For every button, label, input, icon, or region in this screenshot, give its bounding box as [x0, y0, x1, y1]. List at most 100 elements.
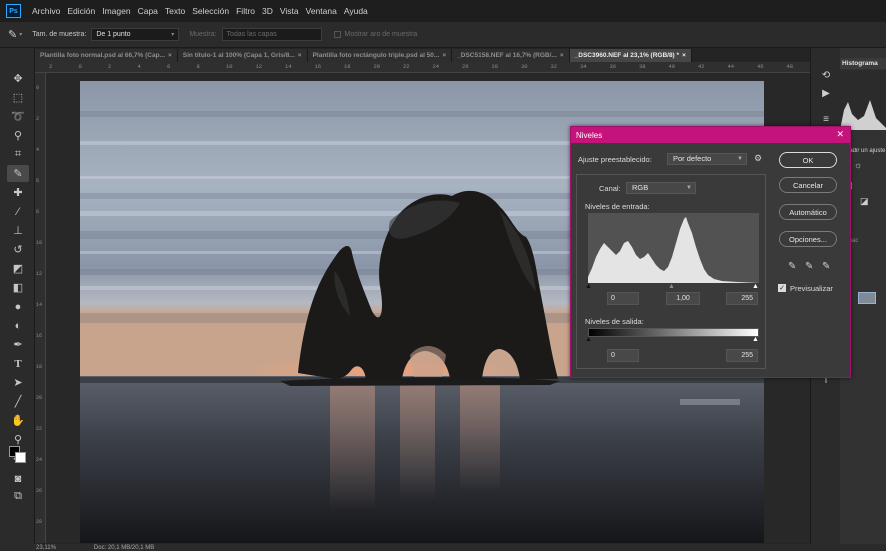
gamma-handle[interactable]: ▲ — [668, 283, 675, 290]
output-black-handle[interactable]: ▲ — [585, 336, 592, 343]
gradient-tool-icon[interactable]: ◧ — [7, 279, 29, 296]
white-eyedropper-icon[interactable]: ✎ — [822, 261, 830, 272]
lasso-tool-icon[interactable]: ➰ — [7, 108, 29, 125]
levels-dialog[interactable]: Niveles ✕ Ajuste preestablecido: Por def… — [570, 126, 851, 378]
ruler-tick-label: 2 — [36, 116, 40, 122]
black-point-handle[interactable]: ▲ — [585, 283, 592, 290]
levels-dialog-titlebar[interactable]: Niveles ✕ — [571, 127, 850, 143]
quick-select-tool-icon[interactable]: ⚲ — [7, 127, 29, 144]
curves-adj-icon[interactable]: ◪ — [860, 196, 869, 207]
tools-panel: ✥ ⬚ ➰ ⚲ ⌗ ✎ ✚ ⁄ ⊥ ↺ ◩ ◧ ● ◐ ✒ T ➤ ╱ ✋ ⚲ … — [0, 48, 35, 544]
ok-button[interactable]: OK — [779, 152, 837, 168]
eraser-tool-icon[interactable]: ◩ — [7, 260, 29, 277]
pen-tool-icon[interactable]: ✒ — [7, 336, 29, 353]
crop-tool-icon[interactable]: ⌗ — [7, 146, 29, 163]
hand-tool-icon[interactable]: ✋ — [7, 412, 29, 429]
input-levels-slider[interactable]: ▲ ▲ ▲ — [585, 283, 759, 290]
sample-size-label: Tam. de muestra: — [32, 31, 87, 38]
brush-tool-icon[interactable]: ⁄ — [7, 203, 29, 220]
tab-plantilla-triple[interactable]: Plantilla foto rectángulo triple.psd al … — [307, 49, 453, 62]
eyedropper-tool-icon[interactable]: ✎ — [7, 165, 29, 182]
dodge-tool-icon[interactable]: ◐ — [7, 317, 29, 334]
tab-dsc5158[interactable]: _DSC5158.NEF al 16,7% (RGB/... × — [452, 49, 570, 62]
eyedropper-tool-preset-icon[interactable]: ✎ — [8, 28, 17, 41]
chevron-down-icon[interactable]: ▾ — [19, 31, 22, 38]
sample-select[interactable]: Todas las capas — [221, 28, 322, 41]
output-levels-label: Niveles de salida: — [585, 317, 644, 326]
ruler-tick-label: 38 — [639, 63, 646, 70]
zoom-level[interactable]: 23,11% — [36, 545, 56, 551]
ruler-tick-label: 20 — [373, 63, 381, 70]
show-ring-label: Mostrar aro de muestra — [344, 31, 418, 38]
screen-mode-icon[interactable]: ⧉ — [7, 488, 29, 505]
menu-seleccion[interactable]: Selección — [192, 6, 229, 16]
properties-icon[interactable]: ≡ — [819, 112, 833, 126]
ruler-tick-label: 36 — [609, 63, 617, 70]
output-white-field[interactable]: 255 — [726, 349, 758, 362]
preset-select[interactable]: Por defecto ▼ — [667, 153, 747, 165]
black-eyedropper-icon[interactable]: ✎ — [788, 261, 796, 272]
output-black-field[interactable]: 0 — [607, 349, 639, 362]
path-select-tool-icon[interactable]: ➤ — [7, 374, 29, 391]
vertical-ruler[interactable]: 0 2 4 6 8 10 12 14 16 18 20 22 24 26 28 — [35, 73, 46, 543]
channel-select[interactable]: RGB ▼ — [626, 182, 696, 194]
close-icon[interactable]: × — [682, 52, 686, 59]
close-icon[interactable]: × — [168, 52, 172, 59]
history-icon[interactable]: ⟲ — [819, 68, 833, 82]
levels-histogram[interactable] — [588, 213, 759, 283]
move-tool-icon[interactable]: ✥ — [7, 70, 29, 87]
close-icon[interactable]: × — [560, 52, 564, 59]
auto-button[interactable]: Automático — [779, 204, 837, 220]
menu-ventana[interactable]: Ventana — [306, 6, 337, 16]
menu-texto[interactable]: Texto — [165, 6, 185, 16]
output-levels-slider[interactable]: ▲ ▲ — [585, 336, 759, 343]
play-actions-icon[interactable]: ▶ — [819, 86, 833, 100]
type-tool-icon[interactable]: T — [7, 355, 29, 372]
histogram-tab[interactable]: Histograma — [840, 58, 886, 69]
levels-dialog-title: Niveles — [576, 130, 603, 140]
menu-imagen[interactable]: Imagen — [102, 6, 130, 16]
menu-archivo[interactable]: Archivo — [32, 6, 60, 16]
marquee-tool-icon[interactable]: ⬚ — [7, 89, 29, 106]
input-black-field[interactable]: 0 — [607, 292, 639, 305]
blur-tool-icon[interactable]: ● — [7, 298, 29, 315]
preset-options-gear-icon[interactable]: ⚙ — [754, 153, 762, 164]
gray-eyedropper-icon[interactable]: ✎ — [805, 261, 813, 272]
show-ring-checkbox[interactable] — [333, 31, 341, 38]
ruler-tick-label: 18 — [36, 364, 43, 370]
close-icon[interactable]: ✕ — [836, 129, 844, 140]
cancel-button[interactable]: Cancelar — [779, 177, 837, 193]
input-white-field[interactable]: 255 — [726, 292, 758, 305]
menu-vista[interactable]: Vista — [280, 6, 299, 16]
tab-plantilla-normal[interactable]: Plantilla foto normal.psd al 66,7% (Cap.… — [35, 49, 178, 62]
background-color-swatch[interactable] — [15, 452, 26, 463]
ruler-tick-label: 0 — [36, 85, 40, 91]
ruler-tick-label: 6 — [36, 178, 40, 184]
options-button[interactable]: Opciones... — [779, 231, 837, 247]
close-icon[interactable]: × — [442, 52, 446, 59]
output-white-handle[interactable]: ▲ — [752, 336, 759, 343]
sample-size-select[interactable]: De 1 punto ▾ — [91, 28, 180, 41]
healing-brush-tool-icon[interactable]: ✚ — [7, 184, 29, 201]
menu-filtro[interactable]: Filtro — [236, 6, 255, 16]
color-swatches[interactable] — [9, 446, 29, 466]
preview-checkbox[interactable]: ✓ — [778, 284, 786, 292]
close-icon[interactable]: × — [298, 52, 302, 59]
line-tool-icon[interactable]: ╱ — [7, 393, 29, 410]
quick-mask-icon[interactable]: ◙ — [7, 470, 29, 487]
layer-thumbnail[interactable] — [858, 292, 876, 304]
menu-ayuda[interactable]: Ayuda — [344, 6, 368, 16]
menu-3d[interactable]: 3D — [262, 6, 273, 16]
ruler-tick-label: 0 — [78, 63, 82, 70]
tab-dsc3960[interactable]: _DSC3960.NEF al 23,1% (RGB/8) * × — [569, 49, 692, 62]
white-point-handle[interactable]: ▲ — [752, 283, 759, 290]
ruler-tick-label: 10 — [226, 63, 233, 70]
tab-sin-titulo[interactable]: Sin título-1 al 100% (Capa 1, Gris/8... … — [177, 49, 308, 62]
brightness-icon[interactable]: ☼ — [854, 160, 862, 170]
input-gamma-field[interactable]: 1,00 — [666, 292, 700, 305]
history-brush-tool-icon[interactable]: ↺ — [7, 241, 29, 258]
horizontal-ruler[interactable]: 2 0 2 4 6 8 10 12 14 16 18 20 22 24 26 28 30 32 34 36 38 40 42… — [35, 62, 810, 73]
menu-capa[interactable]: Capa — [138, 6, 158, 16]
stamp-tool-icon[interactable]: ⊥ — [7, 222, 29, 239]
menu-edicion[interactable]: Edición — [67, 6, 95, 16]
